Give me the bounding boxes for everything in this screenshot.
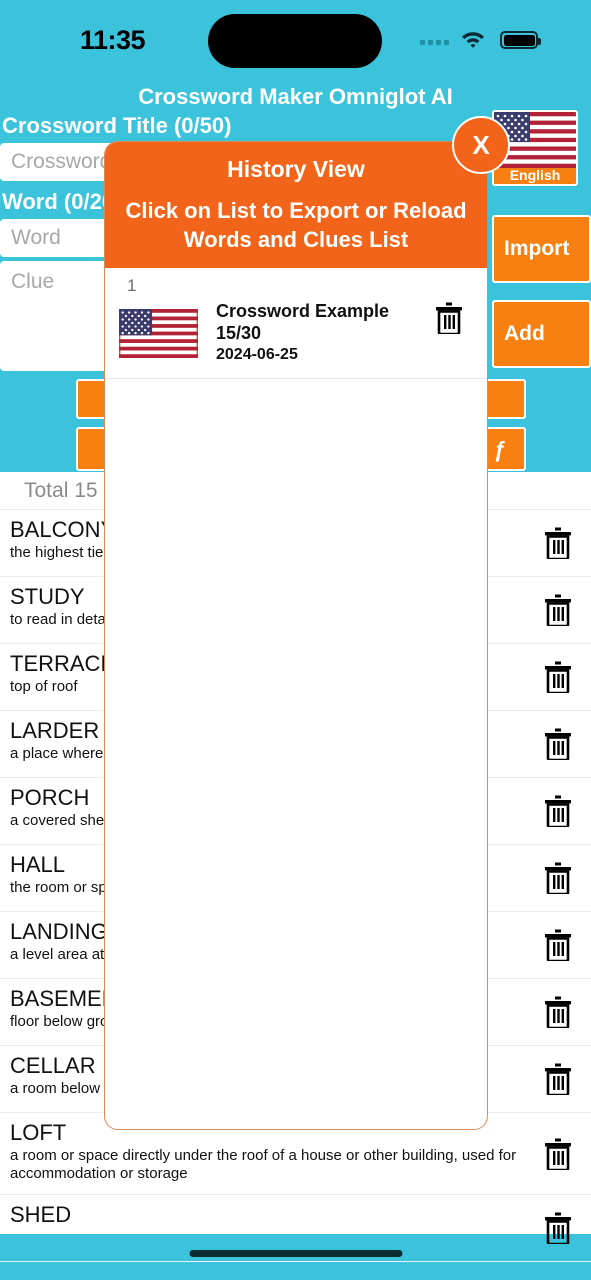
page-title: Crossword Maker Omniglot AI	[138, 84, 453, 109]
home-indicator	[189, 1250, 402, 1257]
modal-title: History View	[227, 156, 365, 182]
us-flag-icon	[119, 308, 198, 358]
history-item-date: 2024-06-25	[216, 346, 298, 363]
app-root: 11:35 Crossword Maker Omniglot AI Crossw…	[0, 0, 591, 1280]
history-item-index: 1	[127, 276, 137, 295]
trash-icon[interactable]	[544, 929, 572, 961]
signal-dots-icon	[420, 40, 449, 45]
trash-icon[interactable]	[544, 1063, 572, 1095]
wifi-icon	[462, 32, 484, 48]
history-list: 1 Crossword Example 15/30 2024-06-25	[105, 268, 487, 379]
trash-icon[interactable]	[544, 862, 572, 894]
trash-icon[interactable]	[544, 795, 572, 827]
modal-subtitle: Click on List to Export or Reload Words …	[125, 198, 467, 252]
history-list-item[interactable]: Crossword Example 15/30 2024-06-25	[105, 296, 487, 379]
import-button[interactable]: Import	[492, 215, 591, 283]
trash-icon[interactable]	[544, 1138, 572, 1170]
word-term: SHED	[10, 1202, 72, 1227]
word-clue: a room or space directly under the roof …	[10, 1147, 517, 1182]
trash-icon[interactable]	[544, 996, 572, 1028]
add-button[interactable]: Add	[492, 300, 591, 368]
history-view-modal: History View Click on List to Export or …	[104, 141, 488, 1130]
trash-icon[interactable]	[544, 527, 572, 559]
dynamic-island	[208, 14, 382, 68]
crossword-title-label: Crossword Title (0/50)	[2, 113, 232, 138]
language-label: English	[509, 167, 561, 183]
modal-header: History View Click on List to Export or …	[105, 142, 487, 268]
status-time: 11:35	[80, 25, 146, 55]
trash-icon[interactable]	[435, 302, 463, 334]
status-bar: 11:35	[0, 0, 591, 70]
battery-icon	[500, 31, 541, 49]
trash-icon[interactable]	[544, 594, 572, 626]
history-item-text: Crossword Example 15/30 2024-06-25	[216, 300, 389, 366]
trash-icon[interactable]	[544, 728, 572, 760]
trash-icon[interactable]	[544, 661, 572, 693]
trash-icon[interactable]	[544, 1212, 572, 1244]
history-item-name: Crossword Example	[216, 301, 390, 321]
close-button[interactable]: X	[452, 116, 510, 174]
history-item-count: 15/30	[216, 323, 262, 343]
